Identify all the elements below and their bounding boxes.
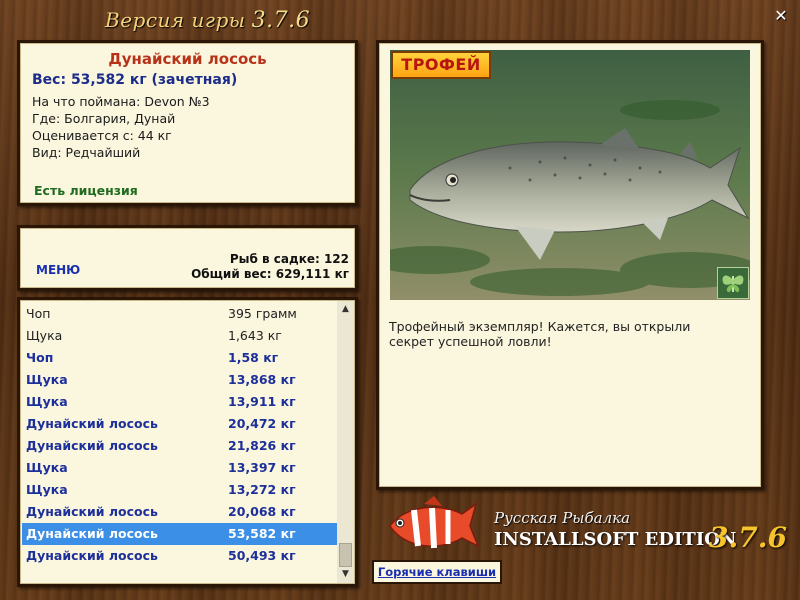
catch-fish-name: Щука [26, 482, 68, 497]
fish-description: Трофейный экземпляр! Кажется, вы открыли… [389, 319, 691, 349]
catch-list-row[interactable]: Дунайский лосось 50,493 кг [22, 545, 340, 567]
catch-list-row[interactable]: Щука 13,397 кг [22, 457, 340, 479]
catch-list-row[interactable]: Щука 13,868 кг [22, 369, 340, 391]
triangle-down-icon: ▼ [342, 569, 349, 579]
catch-list-row[interactable]: Щука 13,272 кг [22, 479, 340, 501]
fish-rating-threshold: Оценивается с: 44 кг [32, 128, 172, 143]
catch-fish-name: Щука [26, 328, 63, 343]
hotkeys-button[interactable]: Горячие клавиши [372, 560, 502, 584]
catch-list-scrollbar[interactable]: ▲ ▼ [337, 301, 354, 583]
catch-list-row[interactable]: Дунайский лосось 21,826 кг [22, 435, 340, 457]
keepnet-total-weight: Общий вес: 629,111 кг [191, 267, 349, 281]
fish-photo: ТРОФЕЙ [390, 50, 750, 300]
catch-fish-weight: 13,397 кг [228, 460, 296, 475]
catch-list-row[interactable]: Дунайский лосось 20,068 кг [22, 501, 340, 523]
fish-species-rarity: Вид: Редчайший [32, 145, 141, 160]
logo-fish-graphic [389, 496, 480, 549]
catch-fish-name: Щука [26, 372, 68, 387]
catch-fish-name: Дунайский лосось [26, 504, 158, 519]
close-button[interactable]: ✕ [772, 7, 790, 25]
scroll-thumb[interactable] [339, 543, 352, 567]
triangle-up-icon: ▲ [342, 304, 349, 314]
close-icon: ✕ [774, 6, 788, 25]
catch-fish-weight: 1,643 кг [228, 328, 282, 343]
catch-fish-name: Чоп [26, 306, 51, 321]
catch-fish-weight: 20,472 кг [228, 416, 296, 431]
catch-fish-weight: 395 грамм [228, 306, 297, 321]
catch-fish-name: Чоп [26, 350, 54, 365]
catch-fish-name: Дунайский лосось [26, 438, 158, 453]
catch-fish-name: Щука [26, 460, 68, 475]
game-logo-fish [384, 496, 480, 560]
scroll-down-button[interactable]: ▼ [337, 566, 354, 583]
license-status: Есть лицензия [34, 183, 138, 198]
brand-version: 3.7.6 [709, 521, 787, 554]
scroll-up-button[interactable]: ▲ [337, 301, 354, 318]
title-bar: Версия игры 3.7.6 ✕ [0, 0, 800, 36]
catch-list[interactable]: Чоп 395 грамм Щука 1,643 кг Чоп 1,58 кг Щука 13… [22, 303, 340, 567]
catch-fish-name: Дунайский лосось [26, 526, 158, 541]
brand-title: Русская Рыбалка [494, 509, 631, 527]
catch-list-panel: Чоп 395 грамм Щука 1,643 кг Чоп 1,58 кг Щука 13… [17, 297, 358, 587]
catch-fish-weight: 50,493 кг [228, 548, 296, 563]
catch-fish-name: Дунайский лосось [26, 416, 158, 431]
catch-fish-weight: 13,911 кг [228, 394, 296, 409]
fish-weight: Вес: 53,582 кг (зачетная) [32, 72, 238, 88]
catch-list-row[interactable]: Щука 1,643 кг [22, 325, 340, 347]
trophy-badge: ТРОФЕЙ [391, 51, 491, 79]
window-title: Версия игры 3.7.6 [105, 8, 310, 33]
brand-edition: INSTALLSOFT EDITION [494, 529, 737, 550]
fish-bait: На что поймана: Devon №3 [32, 94, 210, 109]
fish-photo-panel: ТРОФЕЙ Трофейный экземпляр! Кажется, вы … [376, 40, 764, 490]
catch-list-row[interactable]: Щука 13,911 кг [22, 391, 340, 413]
window-title-version: 3.7.6 [251, 8, 311, 33]
catch-list-row[interactable]: Дунайский лосось 20,472 кг [22, 413, 340, 435]
fish-name: Дунайский лосось [108, 50, 267, 68]
butterfly-icon[interactable] [717, 267, 749, 299]
fish-details: На что поймана: Devon №3 Где: Болгария, … [32, 94, 343, 160]
catch-list-row[interactable]: Дунайский лосось 53,582 кг [22, 523, 340, 545]
catch-fish-weight: 1,58 кг [228, 350, 279, 365]
butterfly-icon-graphic [722, 275, 744, 293]
catch-fish-weight: 53,582 кг [228, 526, 296, 541]
keepnet-count: Рыб в садке: 122 [229, 252, 349, 266]
menu-button[interactable]: МЕНЮ [36, 263, 80, 277]
catch-fish-weight: 21,826 кг [228, 438, 296, 453]
catch-fish-weight: 13,868 кг [228, 372, 296, 387]
catch-fish-weight: 20,068 кг [228, 504, 296, 519]
catch-fish-name: Дунайский лосось [26, 548, 158, 563]
catch-list-row[interactable]: Чоп 395 грамм [22, 303, 340, 325]
window-title-text: Версия игры [105, 8, 246, 32]
catch-fish-name: Щука [26, 394, 68, 409]
fish-illustration [390, 50, 750, 300]
fish-location: Где: Болгария, Дунай [32, 111, 176, 126]
catch-fish-weight: 13,272 кг [228, 482, 296, 497]
stats-panel: МЕНЮ Рыб в садке: 122 Общий вес: 629,111… [17, 225, 358, 291]
fish-info-panel: Дунайский лосось Вес: 53,582 кг (зачетна… [17, 40, 358, 206]
catch-list-row[interactable]: Чоп 1,58 кг [22, 347, 340, 369]
